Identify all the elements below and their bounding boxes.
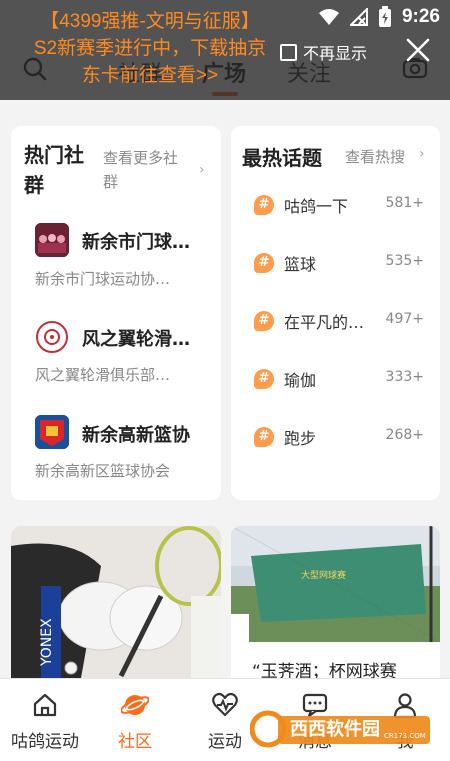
promo-line-3: 东卡前往查看>>	[81, 65, 219, 86]
promo-line-1: 【4399强推-文明与征服】	[40, 11, 260, 32]
hashtag-icon: #	[254, 311, 274, 331]
hot-groups-title: 热门社群	[24, 143, 84, 197]
hashtag-icon: #	[254, 369, 274, 389]
svg-text:YONEX: YONEX	[39, 618, 55, 667]
promo-line-2: S2新赛季进行中，下载抽京	[33, 38, 267, 59]
promo-banner[interactable]: 【4399强推-文明与征服】 S2新赛季进行中，下载抽京 东卡前往查看>> 不再…	[0, 0, 450, 100]
topic-name: 在平凡的…	[284, 313, 365, 332]
topic-row[interactable]: # 跑步 268+	[254, 427, 424, 451]
wifi-icon	[318, 9, 339, 25]
hot-groups-more-link[interactable]: 查看更多社群	[103, 146, 191, 194]
heartbeat-icon	[212, 692, 238, 717]
status-time: 9:26	[401, 6, 440, 27]
topic-name: 跑步	[284, 429, 317, 448]
topic-row[interactable]: # 在平凡的… 497+	[254, 311, 424, 335]
watermark-text: 西西软件园	[290, 719, 380, 740]
group-description: 新余市门球运动协…	[35, 270, 171, 288]
watermark-subtext: CR173.COM	[384, 732, 426, 740]
post-image-tennis-court[interactable]: 大型网球赛	[231, 526, 440, 642]
svg-text:大型网球赛: 大型网球赛	[301, 569, 346, 581]
close-icon[interactable]	[404, 36, 432, 64]
topic-name: 咕鸽一下	[284, 197, 349, 216]
topic-count: 497+	[385, 311, 424, 327]
watermark-logo: 西西软件园 CR173.COM	[249, 710, 432, 748]
status-bar: 9:26	[318, 6, 440, 28]
nav-item-community[interactable]: 社区	[90, 679, 180, 761]
hashtag-icon: #	[254, 195, 274, 215]
topic-row[interactable]: # 咕鸽一下 581+	[254, 195, 424, 219]
hot-topics-more-link[interactable]: 查看热搜	[345, 146, 405, 167]
home-icon	[33, 693, 57, 717]
topic-count: 581+	[385, 195, 424, 211]
checkbox-label: 不再显示	[303, 44, 368, 63]
group-name[interactable]: 新余市门球…	[82, 228, 190, 254]
nav-label: 咕鸽运动	[11, 732, 79, 752]
checkbox-box[interactable]	[280, 43, 297, 61]
nav-item-home[interactable]: 咕鸽运动	[0, 679, 90, 761]
battery-icon	[378, 6, 391, 27]
topic-count: 535+	[385, 253, 424, 269]
hashtag-icon: #	[254, 253, 274, 273]
hot-topics-title: 最热话题	[242, 146, 322, 170]
post-image-badminton[interactable]: YONEX	[11, 526, 221, 678]
hashtag-icon: #	[254, 427, 274, 447]
chevron-right-icon[interactable]: ›	[199, 162, 205, 178]
chevron-right-icon[interactable]: ›	[419, 146, 425, 162]
group-name[interactable]: 风之翼轮滑…	[82, 325, 190, 351]
topic-name: 篮球	[284, 255, 317, 274]
topic-count: 268+	[385, 427, 424, 443]
topic-row[interactable]: # 篮球 535+	[254, 253, 424, 277]
group-avatar[interactable]	[35, 320, 69, 354]
group-description: 新余高新区篮球协会	[35, 462, 171, 480]
dont-show-again-checkbox[interactable]: 不再显示	[280, 40, 367, 64]
group-avatar[interactable]	[35, 223, 69, 257]
topic-name: 瑜伽	[284, 371, 317, 390]
topic-row[interactable]: # 瑜伽 333+	[254, 369, 424, 393]
no-signal-icon	[349, 8, 368, 26]
planet-icon	[121, 695, 149, 715]
topic-count: 333+	[385, 369, 424, 385]
nav-label: 社区	[118, 732, 152, 752]
group-description: 风之翼轮滑俱乐部…	[35, 366, 171, 384]
group-name[interactable]: 新余高新篮协	[82, 421, 190, 447]
promo-text[interactable]: 【4399强推-文明与征服】 S2新赛季进行中，下载抽京 东卡前往查看>>	[0, 8, 300, 89]
group-avatar[interactable]	[35, 415, 69, 449]
